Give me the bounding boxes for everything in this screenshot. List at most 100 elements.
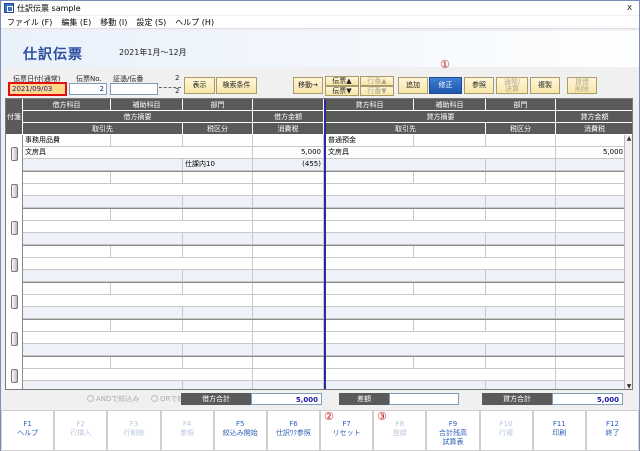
cell-d-blank[interactable] [253,320,324,332]
cell-d-sub[interactable] [111,357,183,369]
cell-c-sub[interactable] [414,357,486,369]
cell-d-account[interactable] [23,320,111,332]
scroll-down-icon[interactable]: ▼ [625,383,632,389]
cell-d-sub[interactable] [111,320,183,332]
cell-c-blank[interactable] [556,209,626,221]
sticky-tab-icon[interactable] [11,295,18,309]
cell-d-dept[interactable] [183,320,253,332]
cell-c-summary[interactable] [326,369,556,381]
cell-d-summary[interactable] [23,332,253,344]
cell-d-summary[interactable] [23,369,253,381]
cell-d-summary[interactable]: 文房具 [23,147,253,159]
cell-d-amount[interactable] [253,258,324,270]
menu-settings[interactable]: 設定 (S) [136,17,166,28]
cell-d-tax_class[interactable] [183,196,253,208]
cell-c-amount[interactable] [556,369,626,381]
cell-d-account[interactable] [23,246,111,258]
cell-c-tax[interactable] [556,381,626,389]
cell-c-tax[interactable] [556,196,626,208]
cell-c-dept[interactable] [486,357,556,369]
cell-d-dept[interactable] [183,246,253,258]
cell-d-account[interactable]: 事務用品費 [23,135,111,147]
cell-d-blank[interactable] [253,357,324,369]
cell-c-blank[interactable] [556,320,626,332]
cell-d-partner[interactable] [23,307,183,319]
cell-d-blank[interactable] [253,135,324,147]
cell-c-summary[interactable] [326,258,556,270]
sticky-tab-icon[interactable] [11,332,18,346]
cell-c-blank[interactable] [556,357,626,369]
cell-d-account[interactable] [23,172,111,184]
menu-help[interactable]: ヘルプ (H) [175,17,214,28]
add-button[interactable]: 追加 [398,77,428,94]
cell-c-dept[interactable] [486,135,556,147]
cell-d-tax[interactable]: (455) [253,159,324,171]
voucher-no-field[interactable]: 2 [69,83,107,95]
voucher-date-field[interactable]: 2021/09/03 [8,82,67,96]
cell-c-tax[interactable] [556,344,626,356]
cell-d-amount[interactable] [253,295,324,307]
cell-d-amount[interactable] [253,184,324,196]
cell-d-summary[interactable] [23,258,253,270]
row-up-button[interactable]: 行番▲ [360,76,394,86]
vertical-scrollbar[interactable]: ▲ ▼ [624,135,632,389]
cell-c-sub[interactable] [414,283,486,295]
menu-move[interactable]: 移動 (I) [100,17,127,28]
scroll-up-icon[interactable]: ▲ [625,135,632,143]
voucher-down-button[interactable]: 伝票▼ [325,86,359,96]
cell-c-partner[interactable] [326,233,486,245]
cell-c-dept[interactable] [486,209,556,221]
fkey-f12[interactable]: F12 終了 [585,410,640,451]
cell-c-amount[interactable] [556,295,626,307]
cell-c-tax_class[interactable] [486,196,556,208]
cell-c-summary[interactable]: 文房具 [326,147,556,159]
reference-button[interactable]: 参照 [464,77,494,94]
cell-d-partner[interactable] [23,233,183,245]
cell-d-partner[interactable] [23,381,183,389]
cell-d-dept[interactable] [183,209,253,221]
cell-d-tax[interactable] [253,233,324,245]
cell-d-amount[interactable] [253,369,324,381]
cell-d-tax[interactable] [253,381,324,389]
cell-c-amount[interactable] [556,184,626,196]
cell-d-blank[interactable] [253,246,324,258]
fkey-f4[interactable]: F4 参照 [160,410,214,451]
cell-d-tax[interactable] [253,196,324,208]
cell-d-blank[interactable] [253,283,324,295]
cell-c-account[interactable] [326,283,414,295]
cell-c-blank[interactable] [556,172,626,184]
cell-c-partner[interactable] [326,159,486,171]
cell-d-tax_class[interactable] [183,270,253,282]
cell-d-dept[interactable] [183,357,253,369]
cell-c-partner[interactable] [326,344,486,356]
menu-file[interactable]: ファイル (F) [7,17,52,28]
cell-c-dept[interactable] [486,246,556,258]
journal-entry-row[interactable] [6,357,626,389]
cell-c-blank[interactable] [556,283,626,295]
cell-c-sub[interactable] [414,320,486,332]
cell-d-account[interactable] [23,283,111,295]
cell-c-sub[interactable] [414,246,486,258]
voucher-up-button[interactable]: 伝票▲ [325,76,359,86]
cell-d-account[interactable] [23,357,111,369]
display-button[interactable]: 表示 [184,77,215,94]
cell-c-account[interactable] [326,172,414,184]
cell-c-account[interactable]: 普通預金 [326,135,414,147]
cell-c-dept[interactable] [486,283,556,295]
cell-d-sub[interactable] [111,246,183,258]
cell-c-tax_class[interactable] [486,159,556,171]
cell-c-account[interactable] [326,209,414,221]
cell-d-account[interactable] [23,209,111,221]
sticky-tab-icon[interactable] [11,184,18,198]
cell-c-amount[interactable] [556,332,626,344]
cell-c-tax_class[interactable] [486,344,556,356]
cell-d-tax_class[interactable]: 仕課内10 [183,159,253,171]
cell-d-tax[interactable] [253,270,324,282]
cell-c-dept[interactable] [486,320,556,332]
modify-button[interactable]: 修正 [429,77,462,94]
cell-d-tax_class[interactable] [183,344,253,356]
cell-c-blank[interactable] [556,246,626,258]
cell-d-tax[interactable] [253,344,324,356]
journal-entry-row[interactable] [6,172,626,209]
cell-d-dept[interactable] [183,135,253,147]
